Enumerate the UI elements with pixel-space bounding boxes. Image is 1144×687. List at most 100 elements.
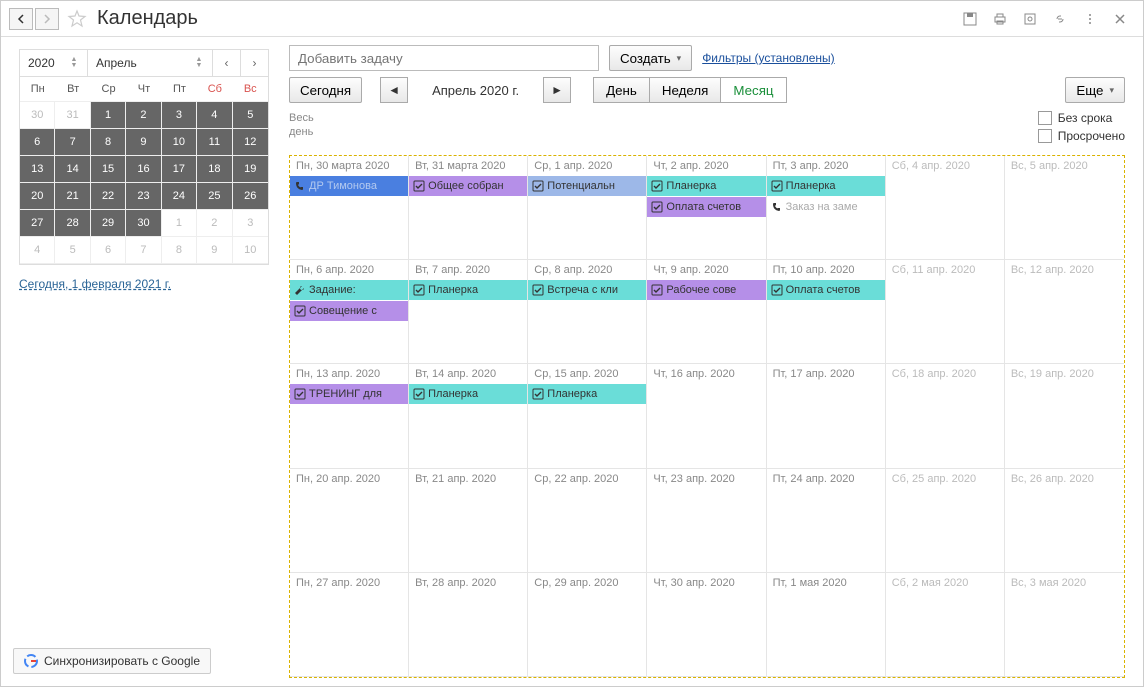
event[interactable]: Планерка (647, 176, 765, 196)
mini-day[interactable]: 26 (233, 183, 268, 210)
calendar-cell[interactable]: Пн, 27 апр. 2020 (290, 573, 409, 677)
print-icon[interactable] (991, 10, 1009, 28)
mini-day[interactable]: 18 (197, 156, 232, 183)
mini-day[interactable]: 4 (197, 102, 232, 129)
prev-month-button[interactable]: ‹ (212, 50, 240, 76)
event[interactable]: ТРЕНИНГ для (290, 384, 408, 404)
mini-day[interactable]: 6 (20, 129, 55, 156)
star-icon[interactable] (67, 9, 87, 29)
event[interactable]: Заказ на заме (767, 197, 885, 217)
calendar-cell[interactable]: Чт, 23 апр. 2020 (647, 469, 766, 573)
mini-day[interactable]: 17 (162, 156, 197, 183)
filter-nodeadline[interactable]: Без срока (1038, 111, 1125, 125)
forward-button[interactable] (35, 8, 59, 30)
mini-day[interactable]: 2 (197, 210, 232, 237)
close-icon[interactable] (1111, 10, 1129, 28)
mini-day[interactable]: 23 (126, 183, 161, 210)
calendar-cell[interactable]: Чт, 16 апр. 2020 (647, 364, 766, 468)
calendar-cell[interactable]: Вс, 19 апр. 2020 (1005, 364, 1124, 468)
view-month-button[interactable]: Месяц (721, 77, 786, 103)
calendar-cell[interactable]: Вт, 14 апр. 2020Планерка (409, 364, 528, 468)
mini-day[interactable]: 16 (126, 156, 161, 183)
prev-period-button[interactable]: ◄ (380, 77, 408, 103)
calendar-cell[interactable]: Сб, 25 апр. 2020 (886, 469, 1005, 573)
calendar-cell[interactable]: Пн, 30 марта 2020ДР Тимонова (290, 156, 409, 260)
calendar-cell[interactable]: Пт, 24 апр. 2020 (767, 469, 886, 573)
event[interactable]: Планерка (409, 280, 527, 300)
mini-day[interactable]: 5 (233, 102, 268, 129)
event[interactable]: Потенциальн (528, 176, 646, 196)
view-week-button[interactable]: Неделя (650, 77, 722, 103)
calendar-cell[interactable]: Вт, 21 апр. 2020 (409, 469, 528, 573)
today-link[interactable]: Сегодня, 1 февраля 2021 г. (19, 277, 269, 291)
event[interactable]: Планерка (409, 384, 527, 404)
mini-day[interactable]: 31 (55, 102, 90, 129)
calendar-cell[interactable]: Пт, 10 апр. 2020Оплата счетов (767, 260, 886, 364)
mini-day[interactable]: 7 (55, 129, 90, 156)
mini-day[interactable]: 4 (20, 237, 55, 264)
mini-day[interactable]: 20 (20, 183, 55, 210)
mini-day[interactable]: 7 (126, 237, 161, 264)
mini-day[interactable]: 14 (55, 156, 90, 183)
mini-day[interactable]: 27 (20, 210, 55, 237)
event[interactable]: Общее собран (409, 176, 527, 196)
event[interactable]: Оплата счетов (767, 280, 885, 300)
mini-day[interactable]: 29 (91, 210, 126, 237)
event[interactable]: ДР Тимонова (290, 176, 408, 196)
mini-day[interactable]: 8 (162, 237, 197, 264)
mini-day[interactable]: 24 (162, 183, 197, 210)
mini-day[interactable]: 15 (91, 156, 126, 183)
calendar-cell[interactable]: Вс, 26 апр. 2020 (1005, 469, 1124, 573)
next-period-button[interactable]: ► (543, 77, 571, 103)
event[interactable]: Оплата счетов (647, 197, 765, 217)
month-selector[interactable]: Апрель ▲▼ (88, 50, 212, 76)
filter-overdue[interactable]: Просрочено (1038, 129, 1125, 143)
event[interactable]: Задание: (290, 280, 408, 300)
calendar-cell[interactable]: Вт, 7 апр. 2020Планерка (409, 260, 528, 364)
calendar-cell[interactable]: Чт, 2 апр. 2020ПланеркаОплата счетов (647, 156, 766, 260)
year-down-icon[interactable]: ▼ (69, 63, 79, 69)
mini-day[interactable]: 12 (233, 129, 268, 156)
back-button[interactable] (9, 8, 33, 30)
mini-day[interactable]: 30 (126, 210, 161, 237)
calendar-cell[interactable]: Ср, 29 апр. 2020 (528, 573, 647, 677)
event[interactable]: Рабочее сове (647, 280, 765, 300)
calendar-cell[interactable]: Вс, 12 апр. 2020 (1005, 260, 1124, 364)
mini-day[interactable]: 6 (91, 237, 126, 264)
mini-day[interactable]: 25 (197, 183, 232, 210)
calendar-cell[interactable]: Пн, 13 апр. 2020ТРЕНИНГ для (290, 364, 409, 468)
calendar-cell[interactable]: Сб, 2 мая 2020 (886, 573, 1005, 677)
view-day-button[interactable]: День (593, 77, 650, 103)
calendar-cell[interactable]: Вт, 31 марта 2020Общее собран (409, 156, 528, 260)
calendar-cell[interactable]: Ср, 22 апр. 2020 (528, 469, 647, 573)
mini-day[interactable]: 13 (20, 156, 55, 183)
mini-day[interactable]: 10 (162, 129, 197, 156)
calendar-cell[interactable]: Вс, 3 мая 2020 (1005, 573, 1124, 677)
create-button[interactable]: Создать (609, 45, 692, 71)
event[interactable]: Встреча с кли (528, 280, 646, 300)
mini-day[interactable]: 5 (55, 237, 90, 264)
calendar-cell[interactable]: Сб, 11 апр. 2020 (886, 260, 1005, 364)
mini-day[interactable]: 19 (233, 156, 268, 183)
more-button[interactable]: Еще (1065, 77, 1125, 103)
calendar-cell[interactable]: Ср, 15 апр. 2020Планерка (528, 364, 647, 468)
calendar-cell[interactable]: Ср, 8 апр. 2020Встреча с кли (528, 260, 647, 364)
calendar-cell[interactable]: Чт, 30 апр. 2020 (647, 573, 766, 677)
calendar-cell[interactable]: Пт, 17 апр. 2020 (767, 364, 886, 468)
add-task-input[interactable] (289, 45, 599, 71)
mini-day[interactable]: 22 (91, 183, 126, 210)
event[interactable]: Планерка (767, 176, 885, 196)
mini-day[interactable]: 21 (55, 183, 90, 210)
calendar-cell[interactable]: Вс, 5 апр. 2020 (1005, 156, 1124, 260)
mini-day[interactable]: 8 (91, 129, 126, 156)
mini-day[interactable]: 1 (91, 102, 126, 129)
calendar-cell[interactable]: Вт, 28 апр. 2020 (409, 573, 528, 677)
calendar-cell[interactable]: Пн, 20 апр. 2020 (290, 469, 409, 573)
save-icon[interactable] (961, 10, 979, 28)
mini-day[interactable]: 30 (20, 102, 55, 129)
mini-day[interactable]: 3 (162, 102, 197, 129)
google-sync-button[interactable]: Синхронизировать с Google (13, 648, 211, 674)
mini-day[interactable]: 1 (162, 210, 197, 237)
mini-day[interactable]: 3 (233, 210, 268, 237)
more-icon[interactable] (1081, 10, 1099, 28)
